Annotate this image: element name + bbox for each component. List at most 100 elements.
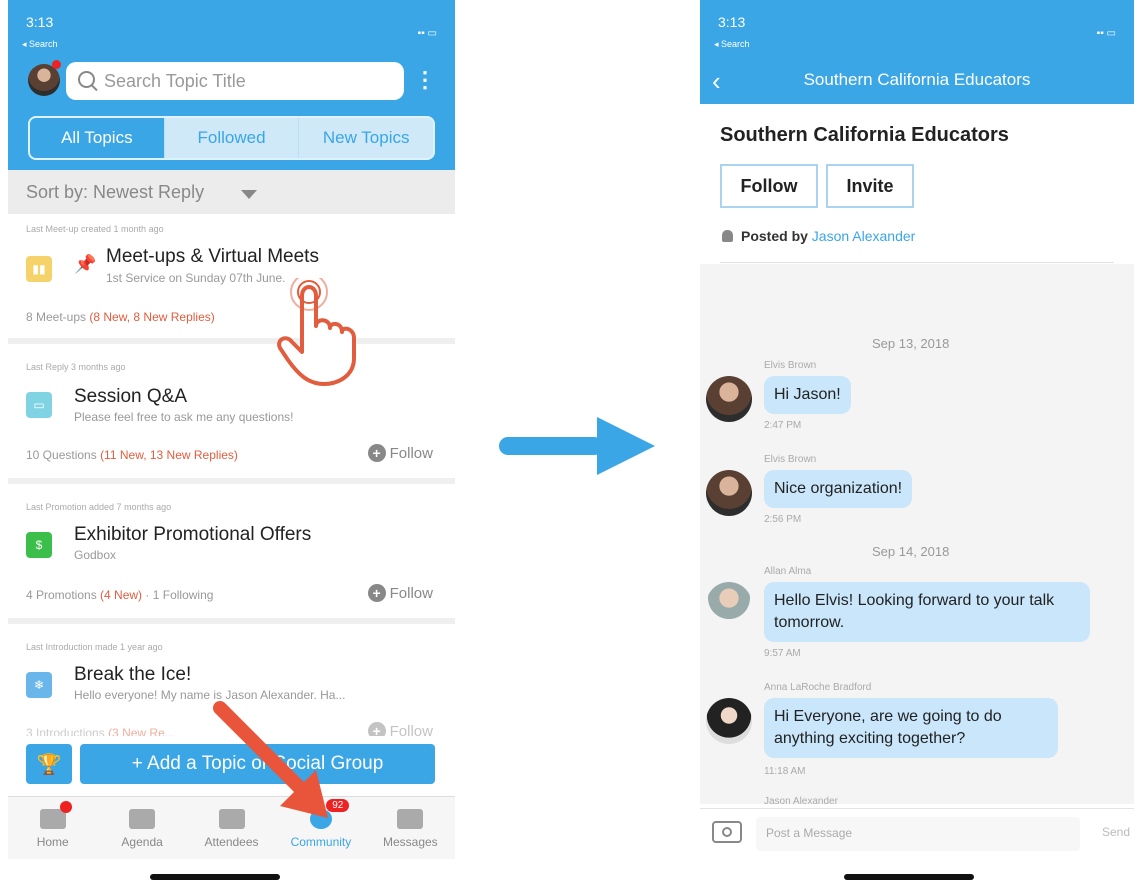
search-icon	[78, 71, 95, 88]
topic-count: 10 Questions (11 New, 13 New Replies)	[26, 448, 238, 462]
topic-meta: Last Introduction made 1 year ago	[26, 642, 163, 652]
sender-avatar[interactable]	[706, 376, 752, 422]
tap-hand-icon	[277, 278, 356, 386]
agenda-icon	[129, 809, 156, 829]
tab-label: Agenda	[121, 835, 163, 849]
sort-label: Sort by: Newest Reply	[26, 182, 205, 202]
date-separator: Sep 13, 2018	[872, 336, 950, 351]
topic-title: Break the Ice!	[74, 664, 192, 685]
tab-label: Messages	[382, 835, 438, 849]
signal-battery-icon: ▪▪ ▭	[417, 28, 437, 39]
message-time: 9:57 AM	[764, 648, 801, 659]
trophy-icon: 🏆	[36, 753, 62, 776]
tab-home[interactable]: Home	[8, 797, 97, 859]
message-sender: Jason Alexander	[764, 796, 838, 807]
plus-icon: +	[367, 444, 386, 462]
person-icon	[722, 230, 733, 242]
tab-messages[interactable]: Messages	[366, 797, 455, 859]
topic-meta: Last Meet-up created 1 month ago	[26, 224, 164, 234]
posted-by-name[interactable]: Jason Alexander	[812, 228, 916, 244]
topic-count: 4 Promotions (4 New) · 1 Following	[26, 588, 214, 602]
topic-count: 8 Meet-ups (8 New, 8 New Replies)	[26, 310, 215, 324]
topic-subtitle: Please feel free to ask me any questions…	[74, 410, 294, 424]
chat-bubble-icon: ▭	[26, 392, 52, 418]
topic-row-session-qa[interactable]: Last Reply 3 months ago ▭ Session Q&A Pl…	[8, 344, 455, 484]
message-placeholder: Post a Message	[766, 826, 853, 840]
topic-row-exhibitor-offers[interactable]: Last Promotion added 7 months ago $ Exhi…	[8, 484, 455, 624]
meetup-icon: ▮▮	[26, 256, 52, 282]
back-to-app-link[interactable]: ◂ Search	[714, 39, 750, 50]
status-time: 3:13	[718, 14, 746, 30]
search-placeholder: Search Topic Title	[104, 71, 246, 91]
more-options-icon[interactable]: ⋮	[414, 68, 436, 92]
topic-new-count: (11 New, 13 New Replies)	[100, 448, 238, 462]
follow-button[interactable]: + Follow	[367, 444, 433, 462]
pin-icon: 📌	[74, 254, 97, 274]
follow-group-button[interactable]: Follow	[720, 164, 818, 208]
camera-icon[interactable]	[712, 821, 742, 843]
avatar-notification-dot	[52, 60, 61, 69]
divider	[720, 262, 1114, 263]
tab-label: Attendees	[204, 835, 259, 849]
tab-label: Community	[290, 835, 352, 849]
sort-dropdown[interactable]: Sort by: Newest Reply	[8, 170, 455, 214]
trophy-button[interactable]: 🏆	[26, 744, 72, 784]
home-indicator	[150, 874, 280, 880]
group-chat-screen: 3:13 ◂ Search ▪▪ ▭ ‹ Southern California…	[700, 0, 1134, 882]
chat-thread: Sep 13, 2018 Elvis Brown Hi Jason! 2:47 …	[700, 264, 1134, 807]
signal-battery-icon: ▪▪ ▭	[1096, 28, 1116, 39]
tab-label: Home	[36, 835, 69, 849]
tab-agenda[interactable]: Agenda	[97, 797, 186, 859]
message-composer: Post a Message Send	[700, 808, 1134, 859]
chat-header: 3:13 ◂ Search ▪▪ ▭ ‹ Southern California…	[700, 0, 1134, 104]
message-sender: Anna LaRoche Bradford	[764, 682, 872, 693]
promo-icon: $	[26, 532, 52, 558]
message-sender: Elvis Brown	[764, 454, 817, 465]
topic-following-count: · 1 Following	[145, 588, 214, 602]
message-sender: Elvis Brown	[764, 360, 817, 371]
nav-title: Southern California Educators	[803, 70, 1031, 89]
message-time: 11:18 AM	[764, 766, 806, 777]
tab-new-topics[interactable]: New Topics	[298, 118, 433, 158]
message-time: 2:56 PM	[764, 514, 802, 525]
follow-button[interactable]: + Follow	[367, 584, 433, 602]
message-time: 2:47 PM	[764, 420, 802, 431]
search-input[interactable]: Search Topic Title	[66, 62, 404, 100]
message-input[interactable]: Post a Message	[756, 817, 1080, 851]
topic-meta: Last Reply 3 months ago	[26, 362, 126, 372]
red-pointer-arrow	[213, 701, 328, 818]
message-bubble[interactable]: Hi Everyone, are we going to do anything…	[764, 698, 1058, 758]
posted-by: Posted by Jason Alexander	[722, 228, 915, 244]
invite-button[interactable]: Invite	[826, 164, 914, 208]
message-bubble[interactable]: Nice organization!	[764, 470, 913, 508]
home-indicator	[844, 874, 974, 880]
back-to-app-link[interactable]: ◂ Search	[22, 39, 58, 50]
sender-avatar[interactable]	[706, 698, 752, 744]
sender-avatar[interactable]	[706, 470, 752, 516]
tab-followed[interactable]: Followed	[163, 118, 299, 158]
home-notification-dot	[60, 801, 72, 813]
status-time: 3:13	[26, 14, 54, 30]
status-bar: 3:13 ◂ Search ▪▪ ▭	[8, 0, 455, 60]
transition-arrow	[499, 417, 655, 475]
date-separator: Sep 14, 2018	[872, 544, 950, 559]
message-bubble[interactable]: Hi Jason!	[764, 376, 851, 414]
topic-filter-tabs: All Topics Followed New Topics	[28, 116, 435, 160]
plus-icon: +	[367, 584, 386, 602]
tab-all-topics[interactable]: All Topics	[30, 118, 164, 158]
messages-icon	[397, 809, 424, 829]
sender-avatar[interactable]	[706, 582, 752, 628]
send-button[interactable]: Send	[1102, 825, 1130, 839]
topic-new-count: (8 New, 8 New Replies)	[89, 310, 215, 324]
topic-subtitle: Godbox	[74, 548, 117, 562]
caret-down-icon	[241, 190, 257, 199]
topic-subtitle: 1st Service on Sunday 07th June.	[106, 271, 286, 285]
topic-title: Exhibitor Promotional Offers	[74, 524, 312, 545]
topic-meta: Last Promotion added 7 months ago	[26, 502, 172, 512]
message-sender: Allan Alma	[764, 566, 812, 577]
topic-new-count: (4 New)	[100, 588, 143, 602]
status-bar: 3:13 ◂ Search ▪▪ ▭	[700, 0, 1134, 60]
group-title: Southern California Educators	[720, 124, 1009, 146]
topic-row-meetups[interactable]: Last Meet-up created 1 month ago ▮▮ 📌 Me…	[8, 214, 455, 344]
message-bubble[interactable]: Hello Elvis! Looking forward to your tal…	[764, 582, 1090, 642]
